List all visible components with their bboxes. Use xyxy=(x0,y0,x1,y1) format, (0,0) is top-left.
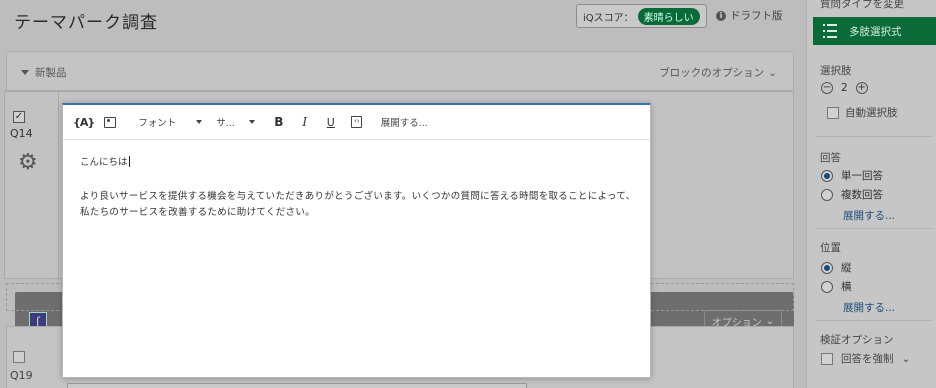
auto-choices-label: 自動選択肢 xyxy=(845,107,898,119)
gear-icon[interactable]: ⚙ xyxy=(18,152,40,174)
divider xyxy=(58,92,59,280)
info-icon: i xyxy=(716,10,726,21)
rich-text-editor: {A} フォント サ... B I U ‹› 展開する... こんにちは より良… xyxy=(62,103,651,378)
iq-score-badge: 素晴らしい xyxy=(637,7,700,25)
divider xyxy=(815,320,933,321)
size-dropdown-label: サ... xyxy=(216,118,235,129)
font-dropdown-label: フォント xyxy=(138,118,177,129)
radio-label: 複数回答 xyxy=(841,189,883,201)
answers-label: 回答 xyxy=(820,152,841,164)
greeting-text: こんにちは xyxy=(80,157,128,168)
choices-count: 2 xyxy=(841,82,848,94)
draft-label: ドラフト版 xyxy=(730,10,783,22)
list-icon xyxy=(823,24,837,38)
block-options-label: ブロックのオプション xyxy=(659,67,765,79)
text-cursor xyxy=(128,156,130,167)
radio-label: 縦 xyxy=(841,262,852,274)
answers-expand-link[interactable]: 展開する... xyxy=(843,208,895,223)
block-toggle[interactable]: 新製品 xyxy=(21,65,67,80)
italic-icon[interactable]: I xyxy=(295,112,315,132)
font-dropdown[interactable]: フォント xyxy=(138,115,203,129)
force-response-checkbox[interactable]: 回答を強制 ⌄ xyxy=(821,351,910,366)
underline-icon[interactable]: U xyxy=(321,112,341,132)
caret-down-icon xyxy=(196,120,203,124)
checkbox-box xyxy=(827,106,839,119)
page-title: テーマパーク調査 xyxy=(14,13,158,33)
checkbox-box xyxy=(821,352,833,365)
question-text-field[interactable] xyxy=(67,383,527,388)
survey-block: 新製品 ブロックのオプション ⌄ xyxy=(6,51,794,91)
iq-score-label: iQスコア： xyxy=(583,12,634,24)
survey-header: テーマパーク調査 iQスコア： 素晴らしい i ドラフト版 xyxy=(0,0,806,48)
radio-button xyxy=(821,188,833,201)
image-icon xyxy=(104,116,117,128)
toolbar-expand-button[interactable]: 展開する... xyxy=(381,115,428,129)
insert-image-button[interactable] xyxy=(100,112,120,132)
caret-down-icon xyxy=(248,120,255,124)
position-expand-link[interactable]: 展開する... xyxy=(843,300,895,315)
position-label: 位置 xyxy=(820,242,841,254)
question-type-value: 多肢選択式 xyxy=(849,25,902,38)
plus-icon[interactable]: + xyxy=(855,82,868,94)
chevron-down-icon: ⌄ xyxy=(768,66,777,79)
chevron-down-icon: ⌄ xyxy=(901,352,911,365)
source-code-icon: ‹› xyxy=(351,116,363,128)
question-type-button[interactable]: 多肢選択式 xyxy=(813,17,936,45)
editor-toolbar: {A} フォント サ... B I U ‹› 展開する... xyxy=(63,105,650,140)
block-options-button[interactable]: ブロックのオプション ⌄ xyxy=(659,65,777,80)
radio-multiple-answer[interactable]: 複数回答 xyxy=(821,187,883,202)
chevron-down-icon: ⌄ xyxy=(765,315,775,327)
radio-button xyxy=(821,261,833,274)
block-name: 新製品 xyxy=(35,67,67,79)
radio-single-answer[interactable]: 単一回答 xyxy=(821,168,883,183)
editor-content[interactable]: こんにちは より良いサービスを提供する機会を与えていただきありがとうございます。… xyxy=(80,155,640,221)
radio-label: 横 xyxy=(841,281,852,293)
question-settings-sidebar: 質問タイプを変更 多肢選択式 選択肢 − 2 + 自動選択肢 回答 単一回答 複… xyxy=(806,0,936,388)
radio-label: 単一回答 xyxy=(841,170,883,182)
radio-button xyxy=(821,280,833,293)
divider xyxy=(815,228,933,229)
question-number: Q19 xyxy=(10,369,33,382)
iq-score-button[interactable]: iQスコア： 素晴らしい xyxy=(576,4,707,28)
question-number: Q14 xyxy=(10,127,33,140)
force-response-label: 回答を強制 xyxy=(841,353,894,365)
auto-choices-checkbox[interactable]: 自動選択肢 xyxy=(827,105,898,120)
piped-text-icon[interactable]: {A} xyxy=(73,112,95,132)
choices-label: 選択肢 xyxy=(820,65,852,77)
bold-icon[interactable]: B xyxy=(269,112,289,132)
divider xyxy=(815,136,933,137)
size-dropdown[interactable]: サ... xyxy=(216,115,255,129)
minus-icon[interactable]: − xyxy=(821,82,833,94)
question-type-title: 質問タイプを変更 xyxy=(820,0,904,10)
radio-horizontal[interactable]: 横 xyxy=(821,279,852,294)
draft-status[interactable]: i ドラフト版 xyxy=(716,8,783,23)
radio-vertical[interactable]: 縦 xyxy=(821,260,852,275)
body-text: より良いサービスを提供する機会を与えていただきありがとうございます。いくつかの質… xyxy=(80,191,636,218)
validation-label: 検証オプション xyxy=(820,334,894,346)
collapse-triangle-icon xyxy=(21,70,29,75)
question-select-checkbox[interactable] xyxy=(13,351,25,363)
question-select-checkbox[interactable]: ✓ xyxy=(13,111,25,123)
choices-stepper: − 2 + xyxy=(821,82,868,94)
source-button[interactable]: ‹› xyxy=(347,112,367,132)
radio-button xyxy=(821,169,833,182)
